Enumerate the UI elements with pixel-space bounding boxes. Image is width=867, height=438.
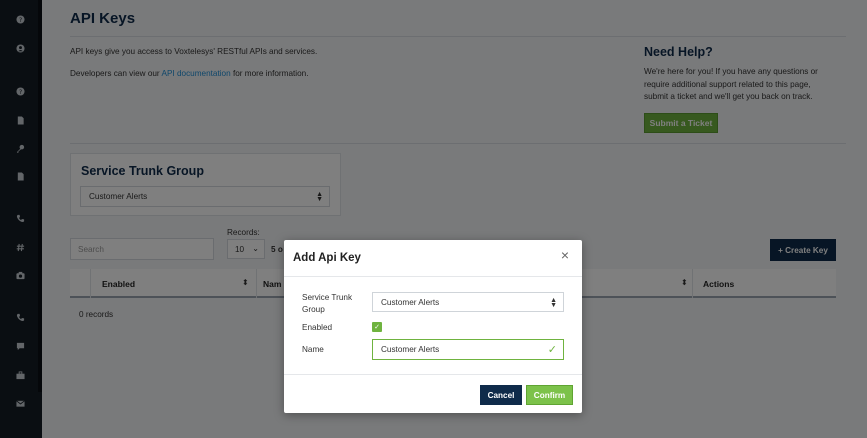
close-icon[interactable]: ×	[558, 247, 572, 263]
sort-arrows-icon: ▲▼	[550, 297, 557, 309]
confirm-button[interactable]: Confirm	[526, 385, 573, 405]
checkmark-icon: ✓	[374, 324, 380, 331]
modal-title: Add Api Key	[293, 252, 361, 264]
valid-check-icon: ✓	[547, 344, 557, 356]
divider	[284, 374, 582, 375]
name-label: Name	[302, 345, 324, 354]
name-input[interactable]: Customer Alerts ✓	[372, 339, 564, 360]
service-trunk-label: Service Trunk Group	[302, 293, 353, 314]
service-trunk-select[interactable]: Customer Alerts ▲▼	[372, 292, 564, 312]
divider	[284, 276, 582, 277]
enabled-label: Enabled	[302, 323, 333, 332]
enabled-checkbox[interactable]: ✓	[372, 322, 382, 332]
add-api-key-modal: Add Api Key × Service Trunk Group Custom…	[284, 240, 582, 413]
service-trunk-value: Customer Alerts	[381, 297, 440, 307]
name-value: Customer Alerts	[381, 345, 440, 354]
cancel-button[interactable]: Cancel	[480, 385, 522, 405]
